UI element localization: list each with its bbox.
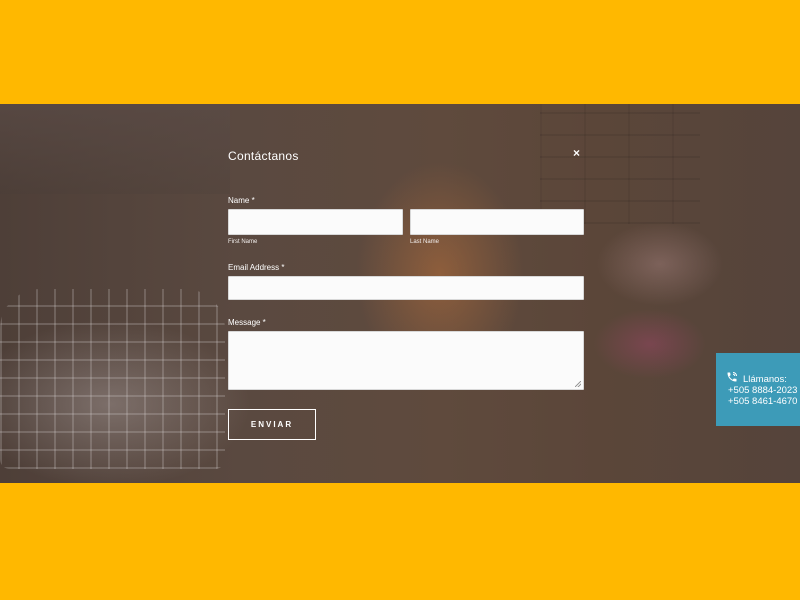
first-name-input[interactable]	[228, 209, 403, 235]
submit-button[interactable]: ENVIAR	[228, 409, 316, 440]
call-widget[interactable]: Llámanos: +505 8884-2023 +505 8461-4670	[716, 353, 800, 426]
message-textarea[interactable]	[228, 331, 584, 390]
name-label: Name *	[228, 196, 255, 205]
top-yellow-band	[0, 0, 800, 104]
last-name-input[interactable]	[410, 209, 584, 235]
email-input[interactable]	[228, 276, 584, 300]
call-widget-label: Llámanos:	[743, 374, 787, 385]
photo-brick-wall	[540, 104, 700, 224]
photo-shelf	[0, 104, 230, 194]
photo-toy-basket	[0, 289, 225, 469]
first-name-sublabel: First Name	[228, 239, 258, 245]
close-icon[interactable]: ×	[573, 146, 580, 160]
bottom-yellow-band	[0, 483, 800, 600]
form-title: Contáctanos	[228, 149, 299, 163]
email-label: Email Address *	[228, 263, 285, 272]
resize-grip-icon[interactable]	[575, 381, 581, 387]
call-widget-phone-1[interactable]: +505 8884-2023	[728, 385, 797, 396]
message-label: Message *	[228, 318, 266, 327]
call-widget-phone-2[interactable]: +505 8461-4670	[728, 396, 797, 407]
last-name-sublabel: Last Name	[410, 239, 440, 245]
phone-icon	[727, 372, 737, 382]
